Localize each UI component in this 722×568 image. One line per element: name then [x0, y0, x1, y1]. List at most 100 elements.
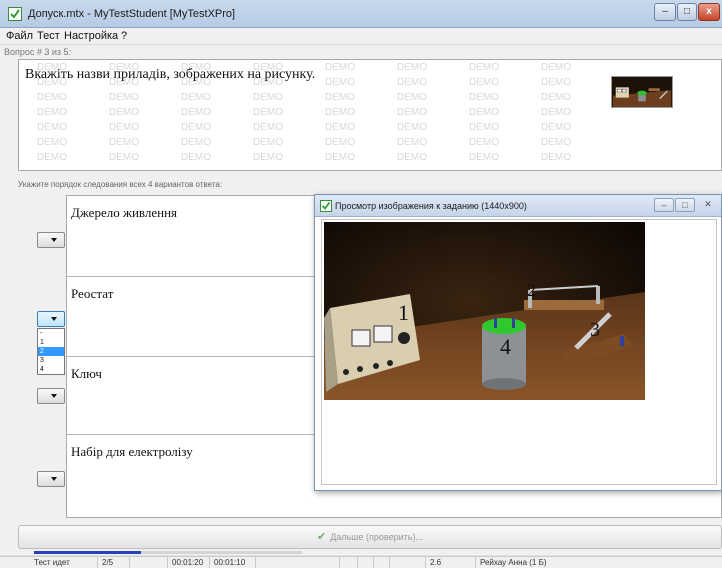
preview-close-button[interactable]: ✕: [698, 198, 718, 212]
test-progress-bar: [34, 551, 302, 554]
menu-help[interactable]: ?: [121, 30, 127, 42]
status-empty-1: [130, 557, 168, 568]
next-check-button[interactable]: ✔ Дальше (проверить)...: [18, 525, 722, 549]
demo-watermark-text: DEMO: [37, 107, 67, 118]
dropdown-option-selected[interactable]: 2: [38, 347, 64, 356]
demo-watermark-text: DEMO: [325, 92, 355, 103]
status-state: Тест идет: [30, 557, 98, 568]
checkmark-icon: ✔: [317, 531, 327, 543]
demo-watermark-text: DEMO: [541, 77, 571, 88]
demo-watermark-text: DEMO: [37, 122, 67, 133]
demo-watermark-text: DEMO: [253, 137, 283, 148]
demo-watermark-text: DEMO: [109, 137, 139, 148]
menu-settings[interactable]: Настройка: [64, 30, 118, 42]
maximize-button[interactable]: □: [677, 3, 697, 21]
label-4: 4: [500, 334, 511, 359]
demo-watermark-text: DEMO: [37, 137, 67, 148]
next-button-label: Дальше (проверить)...: [330, 532, 423, 542]
status-empty-3: [340, 557, 358, 568]
preview-maximize-button[interactable]: □: [675, 198, 695, 212]
demo-watermark-text: DEMO: [325, 62, 355, 73]
apparatus-image: 1 2 3 4: [324, 222, 645, 400]
demo-watermark-text: DEMO: [253, 92, 283, 103]
demo-watermark-text: DEMO: [469, 107, 499, 118]
status-time-question: 00:01:10: [210, 557, 256, 568]
dropdown-option[interactable]: 4: [38, 365, 64, 374]
order-select-3[interactable]: [37, 388, 65, 404]
app-check-icon: [320, 200, 332, 212]
demo-watermark-text: DEMO: [253, 122, 283, 133]
demo-watermark-text: DEMO: [253, 107, 283, 118]
question-counter: Вопрос # 3 из 5:: [4, 47, 72, 57]
demo-watermark-text: DEMO: [397, 77, 427, 88]
demo-watermark-text: DEMO: [469, 137, 499, 148]
demo-watermark-text: DEMO: [181, 152, 211, 163]
demo-watermark-text: DEMO: [541, 92, 571, 103]
close-button[interactable]: x: [698, 3, 720, 21]
demo-watermark-text: DEMO: [397, 107, 427, 118]
question-text: Вкажіть назви приладів, зображених на ри…: [25, 67, 316, 82]
demo-watermark-text: DEMO: [541, 137, 571, 148]
demo-watermark-text: DEMO: [37, 152, 67, 163]
status-empty-5: [374, 557, 390, 568]
menu-test[interactable]: Тест: [37, 30, 60, 42]
demo-watermark-text: DEMO: [181, 92, 211, 103]
answer-text-2: Реостат: [71, 286, 114, 301]
demo-watermark-text: DEMO: [181, 107, 211, 118]
demo-watermark-text: DEMO: [469, 122, 499, 133]
chevron-down-icon: [51, 394, 57, 398]
order-select-1[interactable]: [37, 232, 65, 248]
demo-watermark-text: DEMO: [397, 122, 427, 133]
status-empty-2: [256, 557, 340, 568]
demo-watermark-text: DEMO: [325, 122, 355, 133]
image-preview-window: Просмотр изображения к заданию (1440x900…: [314, 194, 722, 491]
chevron-down-icon: [51, 477, 57, 481]
demo-watermark-text: DEMO: [397, 62, 427, 73]
answer-text-4: Набір для електролізу: [71, 444, 193, 459]
app-check-icon: [8, 7, 22, 21]
label-3: 3: [590, 319, 600, 341]
demo-watermark-text: DEMO: [109, 92, 139, 103]
demo-watermark-text: DEMO: [469, 62, 499, 73]
status-bar: Тест идет 2/5 00:01:20 00:01:10 2.6 Рейх…: [0, 556, 722, 568]
demo-watermark-text: DEMO: [109, 107, 139, 118]
chevron-down-icon: [51, 317, 57, 321]
preview-minimize-button[interactable]: –: [654, 198, 674, 212]
menu-file[interactable]: Файл: [6, 30, 33, 42]
order-select-4[interactable]: [37, 471, 65, 487]
demo-watermark-text: DEMO: [109, 152, 139, 163]
question-image-thumbnail[interactable]: [611, 76, 673, 108]
demo-watermark-text: DEMO: [325, 107, 355, 118]
status-score: 2.6: [426, 557, 476, 568]
answer-text-1: Джерело живлення: [71, 205, 178, 220]
dropdown-option[interactable]: 3: [38, 356, 64, 365]
demo-watermark-text: DEMO: [541, 62, 571, 73]
preview-title: Просмотр изображения к заданию (1440x900…: [335, 201, 527, 211]
preview-title-bar[interactable]: Просмотр изображения к заданию (1440x900…: [315, 195, 721, 217]
demo-watermark-text: DEMO: [325, 137, 355, 148]
dropdown-option[interactable]: -: [38, 329, 64, 338]
status-empty-6: [390, 557, 426, 568]
order-select-2[interactable]: [37, 311, 65, 327]
status-time-elapsed: 00:01:20: [168, 557, 210, 568]
demo-watermark-text: DEMO: [325, 152, 355, 163]
minimize-button[interactable]: –: [654, 3, 676, 21]
instruction-text: Укажите порядок следования всех 4 вариан…: [18, 180, 223, 189]
window-title: Допуск.mtx - MyTestStudent [MyTestXPro]: [28, 8, 236, 20]
dropdown-option[interactable]: 1: [38, 338, 64, 347]
demo-watermark-text: DEMO: [469, 77, 499, 88]
question-panel: DEMO DEMO DEMO DEMO DEMO DEMO DEMO DEMO DEMO DEMO…: [18, 59, 722, 171]
label-1: 1: [398, 300, 409, 325]
order-dropdown-list[interactable]: - 1 2 3 4: [37, 328, 65, 375]
demo-watermark-text: DEMO: [469, 92, 499, 103]
menu-bar: Файл Тест Настройка ?: [0, 28, 722, 45]
answer-text-3: Ключ: [71, 366, 102, 381]
demo-watermark-text: DEMO: [181, 137, 211, 148]
test-progress-fill: [34, 551, 142, 554]
demo-watermark-text: DEMO: [541, 152, 571, 163]
demo-watermark-text: DEMO: [109, 122, 139, 133]
preview-body: 1 2 3 4: [321, 219, 717, 485]
demo-watermark-text: DEMO: [397, 137, 427, 148]
demo-watermark-text: DEMO: [541, 122, 571, 133]
demo-watermark-text: DEMO: [37, 92, 67, 103]
